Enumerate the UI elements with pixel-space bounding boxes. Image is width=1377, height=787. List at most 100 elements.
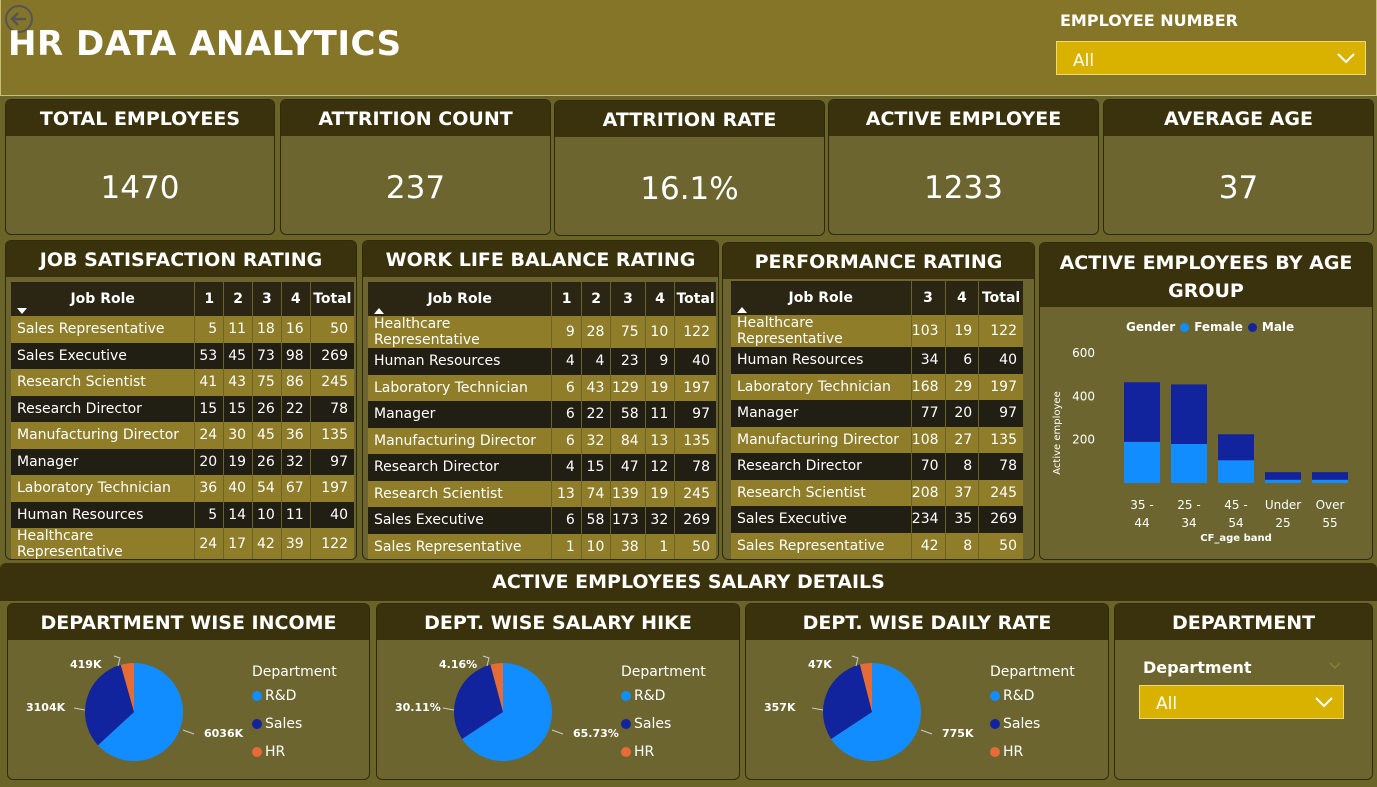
job-role-cell: Sales Representative	[731, 532, 912, 559]
value-cell: 6	[551, 427, 582, 454]
x-tick-label: 25	[1275, 516, 1290, 530]
legend-hr[interactable]: HR	[252, 738, 337, 766]
value-cell: 47	[610, 454, 646, 481]
pie-data-label: 357K	[764, 701, 796, 714]
value-cell: 40	[978, 347, 1023, 374]
department-dropdown[interactable]: All	[1139, 685, 1344, 719]
performance-rating-table: Job Role 3 4 Total Healthcare Representative…	[731, 281, 1023, 559]
performance-rating-panel: PERFORMANCE RATING Job Role 3 4 Total Health…	[722, 242, 1035, 560]
salary-hike-pie-area: 65.73% 30.11% 4.16% Department R&D Sales HR	[377, 640, 739, 779]
bar-female	[1171, 444, 1207, 483]
male-legend-dot	[1247, 322, 1257, 332]
leader-line	[551, 729, 564, 735]
column-header[interactable]: 2	[223, 282, 253, 316]
sort-descending-icon[interactable]	[17, 308, 27, 314]
value-cell: 29	[944, 373, 979, 400]
leader-line	[73, 707, 86, 711]
value-cell: 108	[910, 426, 946, 453]
legend-sales[interactable]: Sales	[990, 710, 1075, 738]
column-header[interactable]: 3	[610, 282, 646, 316]
legend-rd[interactable]: R&D	[990, 682, 1075, 710]
value-cell: 245	[978, 479, 1023, 506]
legend-hr[interactable]: HR	[621, 738, 706, 766]
value-cell: 135	[309, 422, 354, 449]
legend-title: Department	[990, 664, 1075, 680]
column-header[interactable]: Total	[309, 282, 354, 316]
legend-label: HR	[265, 744, 286, 760]
job-role-cell: Sales Executive	[368, 507, 552, 534]
column-header-job-role[interactable]: Job Role	[11, 282, 195, 316]
column-header-job-role[interactable]: Job Role	[731, 281, 912, 315]
work-life-balance-panel: WORK LIFE BALANCE RATING Job Role 1 2 3 4 Tot…	[362, 240, 719, 560]
age-chart-legend: Gender Female Male	[1126, 320, 1294, 334]
column-header[interactable]: 4	[644, 282, 675, 316]
bar-male	[1124, 382, 1160, 442]
value-cell: 53	[194, 342, 224, 369]
value-cell: 4	[551, 454, 582, 481]
y-tick-label: 600	[1072, 346, 1095, 360]
value-cell: 67	[280, 475, 311, 502]
legend-label: R&D	[1003, 688, 1035, 704]
kpi-label: AVERAGE AGE	[1104, 100, 1373, 136]
pie-data-label: 6036K	[204, 727, 244, 740]
job-satisfaction-table: Job Role 1 2 3 4 Total Sales Representative 5 11…	[11, 282, 354, 559]
column-header-job-role[interactable]: Job Role	[368, 282, 552, 316]
value-cell: 26	[252, 395, 282, 422]
value-cell: 135	[978, 426, 1023, 453]
legend-rd[interactable]: R&D	[621, 682, 706, 710]
value-cell: 36	[194, 475, 224, 502]
kpi-average-age: AVERAGE AGE 37	[1103, 99, 1374, 235]
value-cell: 34	[910, 347, 946, 374]
page-title: HR DATA ANALYTICS	[8, 24, 402, 64]
value-cell: 27	[944, 426, 979, 453]
legend-sales[interactable]: Sales	[621, 710, 706, 738]
x-axis-label: CF_age band	[1200, 533, 1272, 544]
value-cell: 122	[674, 316, 716, 348]
panel-title: JOB SATISFACTION RATING	[6, 241, 356, 277]
female-legend-dot	[1180, 322, 1190, 332]
column-header[interactable]: 3	[252, 282, 282, 316]
value-cell: 30	[223, 422, 253, 449]
column-header[interactable]: Total	[674, 282, 716, 316]
value-cell: 40	[674, 348, 716, 375]
value-cell: 42	[910, 532, 946, 559]
value-cell: 43	[223, 369, 253, 396]
column-header[interactable]: 4	[280, 282, 311, 316]
chevron-down-icon[interactable]	[1329, 662, 1341, 670]
kpi-value: 1233	[924, 170, 1003, 206]
value-cell: 103	[910, 315, 946, 347]
column-header[interactable]: Total	[978, 281, 1023, 315]
legend-dot	[990, 691, 1000, 701]
column-header[interactable]: 4	[944, 281, 979, 315]
legend-rd[interactable]: R&D	[252, 682, 337, 710]
legend-title: Gender	[1126, 320, 1176, 334]
column-header[interactable]: 3	[910, 281, 946, 315]
column-header[interactable]: 2	[580, 282, 611, 316]
legend-sales[interactable]: Sales	[252, 710, 337, 738]
value-cell: 5	[194, 501, 224, 528]
sort-ascending-icon[interactable]	[737, 307, 747, 313]
value-cell: 197	[309, 475, 354, 502]
age-bar-chart: 200 400 600 Active employee 35 - 44 25 - 34 45 -…	[1052, 346, 1348, 544]
job-role-cell: Sales Executive	[11, 342, 195, 369]
legend-male: Male	[1261, 320, 1295, 334]
column-header[interactable]: 1	[551, 282, 582, 316]
y-tick-label: 200	[1072, 433, 1095, 447]
table-row: Sales Executive 234 35 269	[731, 506, 1023, 533]
kpi-label: TOTAL EMPLOYEES	[6, 100, 274, 136]
table-row: Laboratory Technician 36 40 54 67 197	[11, 475, 354, 502]
value-cell: 50	[978, 532, 1023, 559]
value-cell: 22	[280, 395, 311, 422]
table-row: Manufacturing Director 24 30 45 36 135	[11, 422, 354, 449]
sort-ascending-icon[interactable]	[374, 308, 384, 314]
job-role-cell: Laboratory Technician	[368, 374, 552, 401]
panel-title: DEPT. WISE SALARY HIKE	[377, 604, 739, 640]
job-role-cell: Manager	[368, 401, 552, 428]
kpi-total-employees: TOTAL EMPLOYEES 1470	[5, 99, 275, 235]
value-cell: 32	[580, 427, 611, 454]
column-header[interactable]: 1	[194, 282, 224, 316]
legend-hr[interactable]: HR	[990, 738, 1075, 766]
employee-number-dropdown[interactable]: All	[1056, 41, 1366, 75]
legend-dot	[990, 719, 1000, 729]
value-cell: 12	[644, 454, 675, 481]
